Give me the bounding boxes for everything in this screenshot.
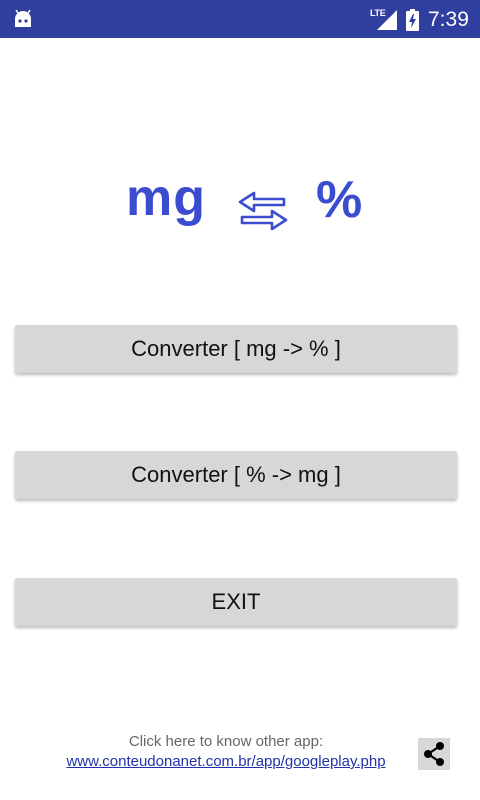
status-bar: LTE 7:39 (0, 0, 480, 38)
convert-mg-to-percent-button[interactable]: Converter [ mg -> % ] (15, 325, 457, 373)
share-icon (424, 742, 444, 766)
share-button[interactable] (418, 738, 450, 770)
signal-icon (377, 10, 397, 30)
logo-percent-text: % (316, 171, 363, 229)
swap-arrows-icon (238, 191, 288, 231)
android-icon (15, 9, 31, 27)
clock: 7:39 (428, 8, 469, 31)
other-apps-caption: Click here to know other app: (128, 733, 324, 750)
battery-charging-icon (406, 9, 419, 31)
footer: Click here to know other app: www.conteu… (0, 733, 480, 773)
convert-percent-to-mg-button[interactable]: Converter [ % -> mg ] (15, 451, 457, 499)
other-apps-link[interactable]: www.conteudonanet.com.br/app/googleplay.… (0, 753, 452, 770)
exit-button[interactable]: EXIT (15, 578, 457, 626)
app-logo: mg % (0, 168, 480, 248)
logo-mg-text: mg (126, 169, 206, 227)
